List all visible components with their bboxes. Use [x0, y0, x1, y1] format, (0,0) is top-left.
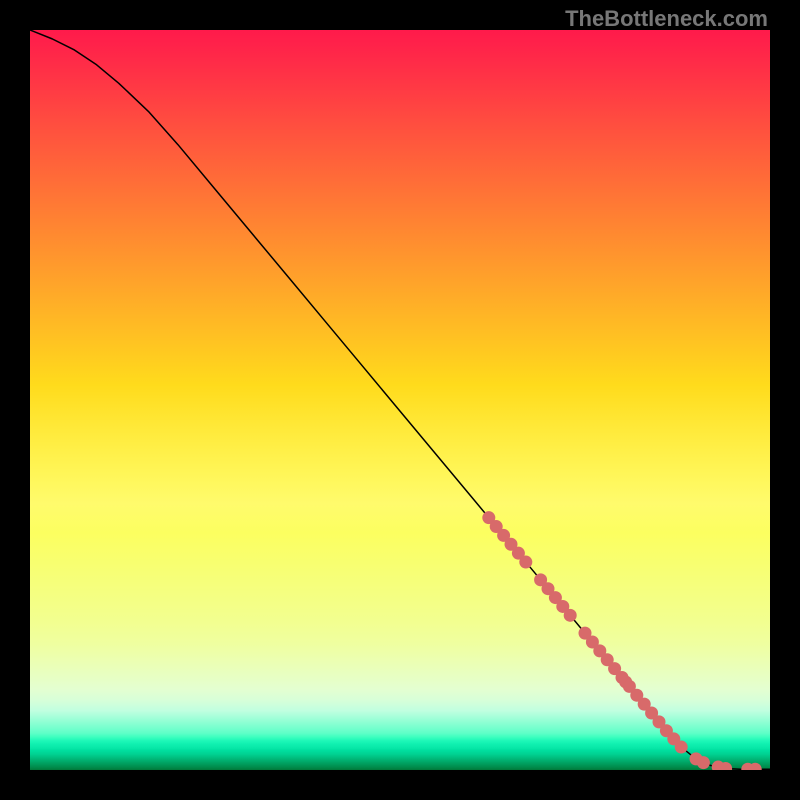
- chart-line: [30, 30, 770, 769]
- highlight-dot: [675, 741, 688, 754]
- highlight-dot: [519, 556, 532, 569]
- chart-container: TheBottleneck.com: [0, 0, 800, 800]
- highlight-dot: [697, 756, 710, 769]
- watermark-text: TheBottleneck.com: [565, 6, 768, 32]
- chart-svg: [30, 30, 770, 770]
- plot-area: [30, 30, 770, 770]
- highlight-dot: [564, 609, 577, 622]
- highlight-dots-group: [482, 511, 761, 770]
